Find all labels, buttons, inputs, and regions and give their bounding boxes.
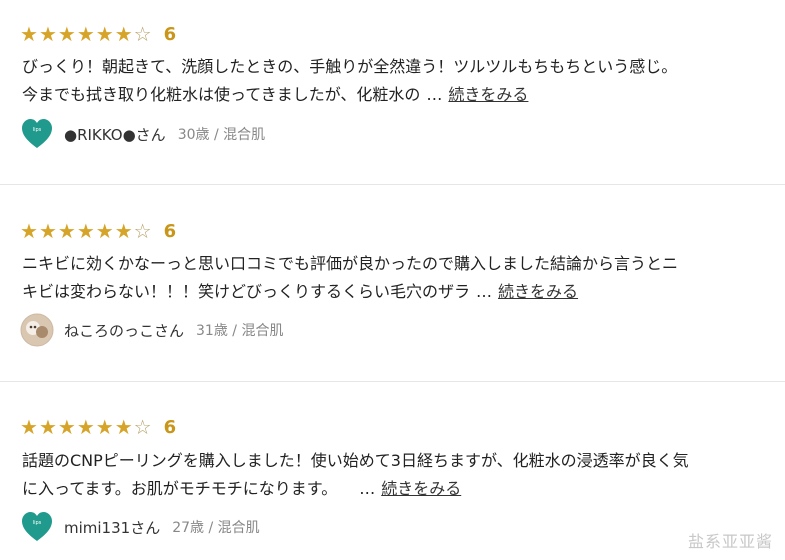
review-text-line: ニキビに効くかなーっと思い口コミでも評価が良かったので購入しました結論から言うと… (22, 254, 679, 273)
review-text: ニキビに効くかなーっと思い口コミでも評価が良かったので購入しました結論から言うと… (22, 250, 762, 306)
rating: ★ ★ ★ ★ ★ ★ ☆ 6 (20, 415, 176, 439)
read-more-link[interactable]: 続きをみる (498, 282, 578, 301)
svg-text:lips: lips (33, 127, 42, 133)
star-filled-icon: ★ (57, 219, 76, 243)
reviewer-name[interactable]: ●RIKKO●さん (64, 124, 166, 145)
divider (0, 381, 785, 382)
star-filled-icon: ★ (95, 219, 114, 243)
reviewer-name[interactable]: mimi131さん (64, 517, 160, 538)
svg-text:lips: lips (33, 520, 42, 526)
reviewer-meta: 31歳 / 混合肌 (196, 323, 284, 339)
review-text-line: びっくり！朝起きて、洗顔したときの、手触りが全然違う！ツルツルもちもちという感じ… (22, 57, 678, 76)
star-filled-icon: ★ (76, 219, 95, 243)
review-text-tail: キビは変わらない！！！笑けどびっくりするくらい毛穴のザラ (22, 282, 471, 301)
reviewer: lips mimi131さん 27歳 / 混合肌 (20, 510, 260, 544)
star-filled-icon: ★ (20, 219, 38, 243)
star-filled-icon: ★ (38, 219, 57, 243)
star-filled-icon: ★ (57, 22, 76, 46)
star-filled-icon: ★ (95, 22, 114, 46)
rating-score: 6 (163, 23, 177, 45)
reviewer: ねころのっこさん 31歳 / 混合肌 (20, 313, 283, 347)
star-empty-icon: ☆ (133, 22, 152, 46)
watermark: 盐系亚亚酱 (687, 532, 773, 551)
star-rating: ★ ★ ★ ★ ★ ★ ☆ (20, 417, 152, 437)
review-text-line: に入ってます。お肌がモチモチになります。 … 続きをみる (22, 475, 762, 503)
brand-heart-icon[interactable]: lips (20, 117, 54, 151)
star-rating: ★ ★ ★ ★ ★ ★ ☆ (20, 221, 152, 241)
review-text-line: 話題のCNPピーリングを購入しました！使い始めて3日経ちますが、化粧水の浸透率が… (22, 451, 689, 470)
divider (0, 184, 785, 185)
star-filled-icon: ★ (38, 22, 57, 46)
ellipsis: … (359, 479, 376, 498)
star-filled-icon: ★ (95, 415, 114, 439)
reviewer-name[interactable]: ねころのっこさん (64, 320, 184, 341)
reviewer-meta: 30歳 / 混合肌 (177, 127, 266, 143)
star-filled-icon: ★ (20, 22, 38, 46)
ellipsis: … (476, 282, 493, 301)
review-text: びっくり！朝起きて、洗顔したときの、手触りが全然違う！ツルツルもちもちという感じ… (22, 53, 762, 109)
star-empty-icon: ☆ (133, 415, 152, 439)
star-filled-icon: ★ (76, 415, 95, 439)
star-filled-icon: ★ (76, 22, 95, 46)
review-text: 話題のCNPピーリングを購入しました！使い始めて3日経ちますが、化粧水の浸透率が… (22, 447, 762, 503)
star-filled-icon: ★ (114, 219, 133, 243)
read-more-link[interactable]: 続きをみる (381, 479, 461, 498)
star-rating: ★ ★ ★ ★ ★ ★ ☆ (20, 24, 152, 44)
rating: ★ ★ ★ ★ ★ ★ ☆ 6 (20, 219, 176, 243)
rating: ★ ★ ★ ★ ★ ★ ☆ 6 (20, 22, 176, 46)
star-filled-icon: ★ (20, 415, 38, 439)
ellipsis: … (426, 85, 443, 104)
star-filled-icon: ★ (57, 415, 76, 439)
reviewer: lips ●RIKKO●さん 30歳 / 混合肌 (20, 117, 265, 151)
review-text-tail: 今までも拭き取り化粧水は使ってきましたが、化粧水の (22, 85, 421, 104)
rating-score: 6 (163, 416, 177, 438)
user-photo-avatar[interactable] (20, 313, 54, 347)
review-text-line: 今までも拭き取り化粧水は使ってきましたが、化粧水の … 続きをみる (22, 81, 762, 109)
star-filled-icon: ★ (114, 22, 133, 46)
star-filled-icon: ★ (38, 415, 57, 439)
read-more-link[interactable]: 続きをみる (448, 85, 528, 104)
reviewer-meta: 27歳 / 混合肌 (172, 520, 260, 536)
review-text-line: キビは変わらない！！！笑けどびっくりするくらい毛穴のザラ … 続きをみる (22, 278, 762, 306)
star-filled-icon: ★ (114, 415, 133, 439)
brand-heart-icon[interactable]: lips (20, 510, 54, 544)
rating-score: 6 (163, 220, 177, 242)
review-text-tail: に入ってます。お肌がモチモチになります。 (22, 479, 338, 498)
star-empty-icon: ☆ (133, 219, 152, 243)
